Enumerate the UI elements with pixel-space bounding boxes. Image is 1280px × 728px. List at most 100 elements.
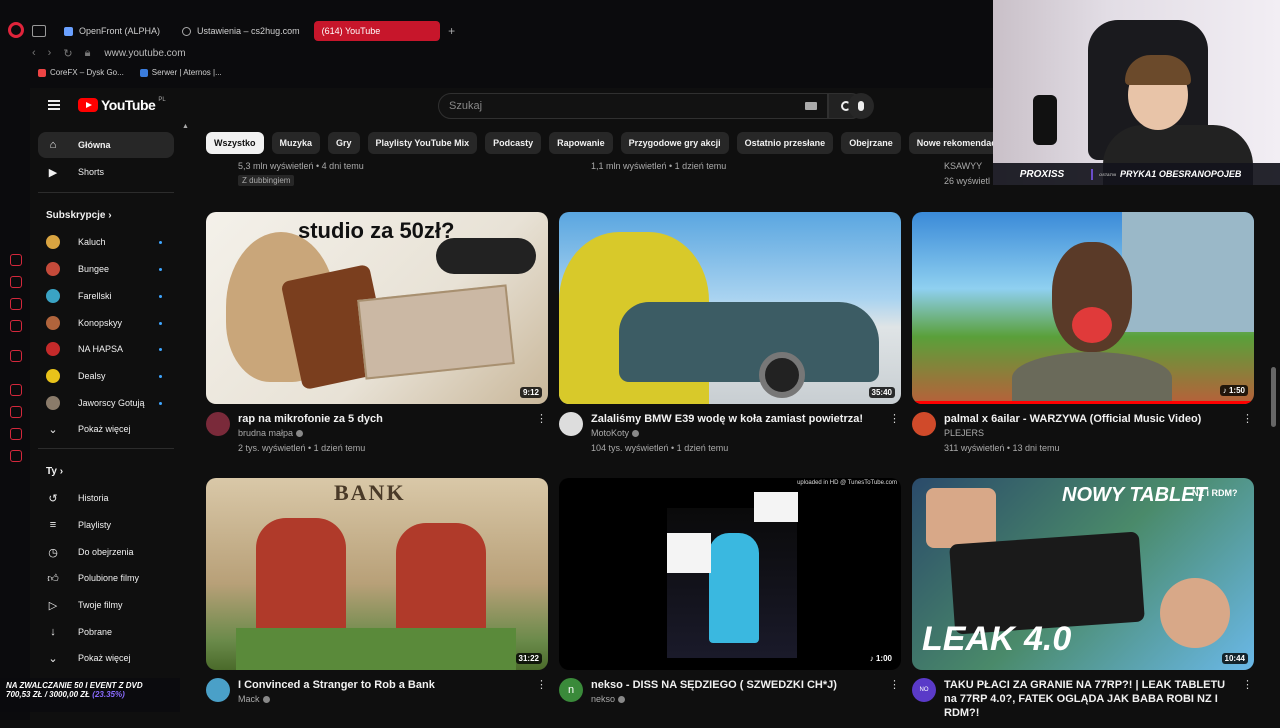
channel-avatar[interactable] <box>559 412 583 436</box>
tab-openfront[interactable]: OpenFront (ALPHA) <box>56 21 168 41</box>
opera-logo-icon[interactable] <box>8 22 24 38</box>
channel-avatar[interactable]: n <box>559 678 583 702</box>
voice-search-button[interactable] <box>848 93 874 119</box>
video-card[interactable]: ♪ 1:50 palmal x 6ailar - WARZYWA (Offici… <box>912 212 1254 462</box>
opera-sidebar-icon[interactable] <box>10 428 22 440</box>
chip[interactable]: Przygodowe gry akcji <box>620 132 729 154</box>
more-actions-icon[interactable]: ⋮ <box>536 678 547 691</box>
channel-name[interactable]: nekso <box>591 694 626 704</box>
opera-sidebar-icon[interactable] <box>10 384 22 396</box>
chip[interactable]: Ostatnio przesłane <box>736 132 834 154</box>
sidebar-item-shorts[interactable]: ▶ Shorts <box>38 159 174 185</box>
channel-name[interactable]: brudna małpa <box>238 428 304 438</box>
sidebar-item-sub[interactable]: Konopskyy <box>38 310 174 336</box>
opera-sidebar-icon[interactable] <box>10 320 22 332</box>
url-field[interactable]: www.youtube.com <box>104 48 185 59</box>
more-actions-icon[interactable]: ⋮ <box>889 412 900 425</box>
video-meta: NO TAKU PŁACI ZA GRANIE NA 77RP?! | LEAK… <box>912 678 1254 728</box>
channel-name[interactable]: KSAWYY <box>944 161 982 171</box>
thumbnail-text: LEAK 4.0 <box>922 620 1072 658</box>
sidebar-scroll-up-icon[interactable]: ▲ <box>182 123 189 130</box>
channel-name[interactable]: MotoKoty <box>591 428 640 438</box>
subscriptions-heading[interactable]: Subskrypcje › <box>46 210 112 221</box>
sidebar-item-home[interactable]: ⌂ Główna <box>38 132 174 158</box>
chip[interactable]: Rapowanie <box>549 132 613 154</box>
channel-avatar[interactable] <box>206 412 230 436</box>
tab-overview-icon[interactable] <box>32 25 46 37</box>
sidebar-item-watch-later[interactable]: ◷ Do obejrzenia <box>38 539 174 565</box>
tab-youtube[interactable]: (614) YouTube <box>62 21 440 118</box>
chevron-right-icon: › <box>59 466 64 477</box>
sidebar-item-history[interactable]: ↺ Historia <box>38 485 174 511</box>
opera-sidebar-icon[interactable] <box>10 254 22 266</box>
sidebar-item-sub[interactable]: NA HAPSA <box>38 336 174 362</box>
back-icon[interactable]: ‹ <box>32 47 36 59</box>
sidebar-item-sub[interactable]: Bungee <box>38 256 174 282</box>
youtube-logo[interactable]: YouTube PL <box>78 97 166 113</box>
video-card[interactable]: BANK 31:22 I Convinced a Stranger to Rob… <box>206 478 548 728</box>
video-card[interactable]: 35:40 Zalaliśmy BMW E39 wodę w koła zami… <box>559 212 901 462</box>
more-actions-icon[interactable]: ⋮ <box>536 412 547 425</box>
video-thumbnail[interactable]: uploaded in HD @ TunesToTube.com ♪ 1:00 <box>559 478 901 670</box>
webcam-overlay <box>993 0 1280 185</box>
sidebar-show-more[interactable]: ⌄ Pokaż więcej <box>38 416 174 442</box>
chip[interactable]: Podcasty <box>485 132 542 154</box>
bookmark-item[interactable]: CoreFX – Dysk Go... <box>38 68 124 77</box>
channel-avatar[interactable]: NO <box>912 678 936 702</box>
more-actions-icon[interactable]: ⋮ <box>1242 412 1253 425</box>
you-heading[interactable]: Ty › <box>46 466 63 477</box>
opera-sidebar-icon[interactable] <box>10 298 22 310</box>
video-thumbnail[interactable]: NOWY TABLET NZ i RDM? LEAK 4.0 10:44 <box>912 478 1254 670</box>
video-title[interactable]: I Convinced a Stranger to Rob a Bank <box>238 678 528 692</box>
video-title[interactable]: Zalaliśmy BMW E39 wodę w koła zamiast po… <box>591 412 881 426</box>
forward-icon[interactable]: › <box>48 47 52 59</box>
sidebar-item-sub[interactable]: Jaworscy Gotują <box>38 390 174 416</box>
playlists-icon: ≡ <box>49 519 57 531</box>
channel-name[interactable]: PLEJERS <box>944 428 984 438</box>
page-scrollbar[interactable] <box>1271 367 1276 427</box>
channel-avatar[interactable] <box>912 412 936 436</box>
tab-settings[interactable]: Ustawienia – cs2hug.com <box>174 21 308 41</box>
settings-sidebar-icon[interactable] <box>10 450 22 462</box>
video-title[interactable]: TAKU PŁACI ZA GRANIE NA 77RP?! | LEAK TA… <box>944 678 1234 720</box>
video-thumbnail[interactable]: 35:40 <box>559 212 901 404</box>
bookmark-item[interactable]: Serwer | Aternos |... <box>139 68 222 77</box>
keyboard-icon[interactable] <box>805 102 817 110</box>
video-thumbnail[interactable]: ♪ 1:50 <box>912 212 1254 404</box>
more-actions-icon[interactable]: ⋮ <box>889 678 900 691</box>
chip-all[interactable]: Wszystko <box>206 132 264 154</box>
menu-icon[interactable] <box>48 100 60 110</box>
chevron-right-icon: › <box>108 210 112 221</box>
video-title[interactable]: nekso - DISS NA SĘDZIEGO ( SZWEDZKI CH*J… <box>591 678 881 692</box>
webcam-name-bar: PROXISS OSTATNI PRYKA1 OBESRANOPOJEB <box>993 163 1280 185</box>
chip[interactable]: Muzyka <box>271 132 321 154</box>
video-title[interactable]: rap na mikrofonie za 5 dych <box>238 412 528 426</box>
video-title[interactable]: palmal x 6ailar - WARZYWA (Official Musi… <box>944 412 1234 426</box>
channel-name[interactable]: Mack <box>238 694 270 704</box>
sidebar-item-sub[interactable]: Dealsy <box>38 363 174 389</box>
sidebar-item-sub[interactable]: Kaluch <box>38 229 174 255</box>
history-icon: ↺ <box>48 492 58 505</box>
sidebar-you-show-more[interactable]: ⌄ Pokaż więcej <box>38 645 174 671</box>
chip[interactable]: Playlisty YouTube Mix <box>367 132 478 154</box>
channel-avatar[interactable] <box>206 678 230 702</box>
opera-sidebar-icon[interactable] <box>10 276 22 288</box>
more-actions-icon[interactable]: ⋮ <box>1242 678 1253 691</box>
reload-icon[interactable]: ↻ <box>63 47 72 60</box>
video-card[interactable]: studio za 50zł? 9:12 rap na mikrofonie z… <box>206 212 548 462</box>
sidebar-item-your-videos[interactable]: ▷ Twoje filmy <box>38 592 174 618</box>
sidebar-item-downloads[interactable]: ↓ Pobrane <box>38 619 174 645</box>
video-card[interactable]: uploaded in HD @ TunesToTube.com ♪ 1:00 … <box>559 478 901 728</box>
video-thumbnail[interactable]: studio za 50zł? 9:12 <box>206 212 548 404</box>
video-card[interactable]: NOWY TABLET NZ i RDM? LEAK 4.0 10:44 NO … <box>912 478 1254 728</box>
sidebar-item-sub[interactable]: Farellski <box>38 283 174 309</box>
chip[interactable]: Gry <box>328 132 360 154</box>
sidebar-item-playlists[interactable]: ≡ Playlisty <box>38 512 174 538</box>
history-sidebar-icon[interactable] <box>10 406 22 418</box>
twitch-icon[interactable] <box>10 350 22 362</box>
new-tab-button[interactable]: + <box>446 24 458 38</box>
sidebar-item-liked[interactable]: 👍︎ Polubione filmy <box>38 565 174 591</box>
video-thumbnail[interactable]: BANK 31:22 <box>206 478 548 670</box>
search-input[interactable]: Szukaj <box>438 93 828 119</box>
chip[interactable]: Obejrzane <box>841 132 901 154</box>
